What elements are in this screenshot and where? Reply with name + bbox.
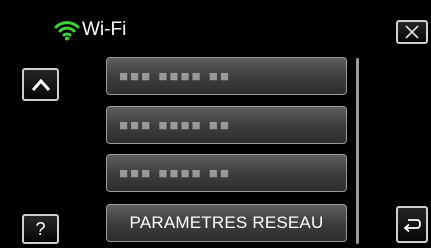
chevron-up-icon: [31, 78, 50, 91]
help-label: ?: [35, 218, 46, 239]
return-icon: [403, 218, 421, 232]
back-button[interactable]: [396, 206, 428, 243]
close-icon: [405, 25, 419, 39]
network-name: ■■■ ■■■■ ■■: [119, 164, 231, 182]
network-settings-button[interactable]: PARAMETRES RESEAU: [106, 204, 347, 242]
close-button[interactable]: [396, 20, 428, 44]
network-name: ■■■ ■■■■ ■■: [119, 116, 231, 134]
network-list-item[interactable]: ■■■ ■■■■ ■■: [106, 154, 347, 192]
network-settings-label: PARAMETRES RESEAU: [129, 213, 324, 232]
scrollbar[interactable]: [356, 58, 359, 244]
network-list-item[interactable]: ■■■ ■■■■ ■■: [106, 106, 347, 144]
scroll-up-button[interactable]: [22, 68, 59, 101]
help-button[interactable]: ?: [22, 214, 59, 244]
wifi-icon: [54, 21, 80, 41]
network-list-item[interactable]: ■■■ ■■■■ ■■: [106, 57, 347, 95]
network-name: ■■■ ■■■■ ■■: [119, 67, 231, 85]
page-title: Wi-Fi: [82, 19, 127, 40]
header-bar: Wi-Fi: [0, 0, 431, 44]
